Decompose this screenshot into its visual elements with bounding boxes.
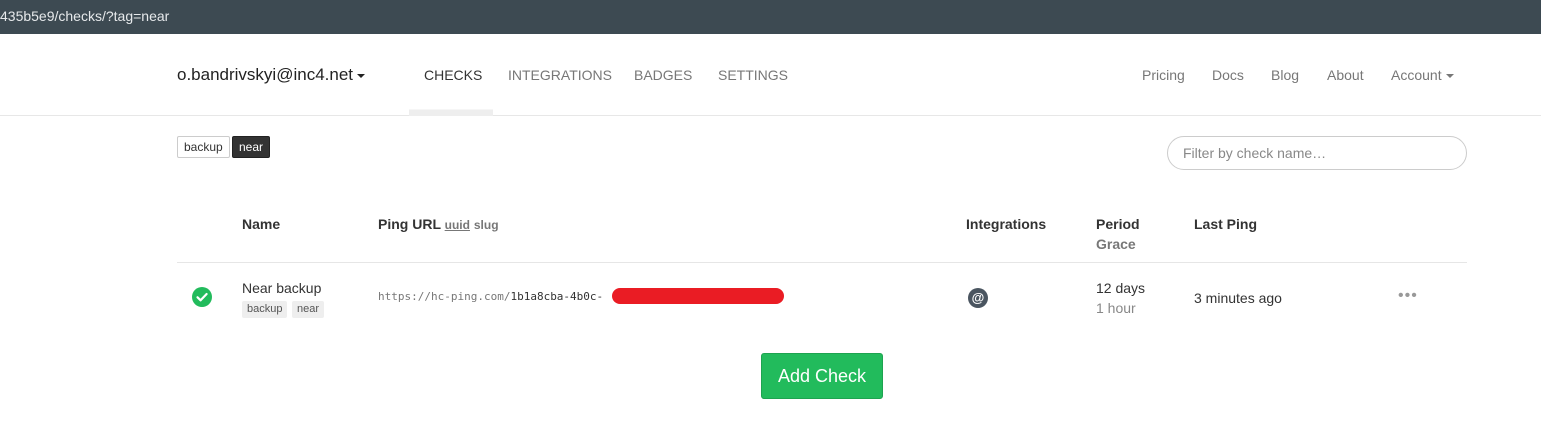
nav-checks[interactable]: CHECKS [424,67,482,83]
nav-blog[interactable]: Blog [1271,67,1299,83]
add-check-button[interactable]: Add Check [761,353,883,399]
column-header-grace: Grace [1096,236,1136,252]
ping-url[interactable]: https://hc-ping.com/1b1a8cba-4b0c- [378,290,603,303]
redaction-mark [612,288,784,304]
column-header-integrations: Integrations [966,216,1047,232]
account-dropdown[interactable]: o.bandrivskyi@inc4.net [177,65,366,85]
ping-url-base: https://hc-ping.com/ [378,290,511,303]
nav-pricing[interactable]: Pricing [1142,67,1185,83]
check-period[interactable]: 12 days [1096,280,1145,296]
nav-about[interactable]: About [1327,67,1364,83]
url-text[interactable]: 435b5e9/checks/?tag=near [0,8,169,24]
top-navbar: o.bandrivskyi@inc4.net CHECKS INTEGRATIO… [0,34,1541,116]
check-name[interactable]: Near backup [242,280,321,296]
ping-url-uuid: 1b1a8cba-4b0c- [510,290,604,303]
browser-url-bar[interactable]: 435b5e9/checks/?tag=near [0,0,1541,34]
check-tag-near: near [292,301,325,318]
nav-account-dropdown[interactable]: Account [1391,67,1454,83]
filter-search-input[interactable] [1167,136,1467,170]
nav-integrations[interactable]: INTEGRATIONS [508,67,612,83]
nav-account-label: Account [1391,67,1442,83]
nav-settings[interactable]: SETTINGS [718,67,788,83]
ping-url-header-label: Ping URL [378,216,441,232]
account-email: o.bandrivskyi@inc4.net [177,65,354,84]
nav-docs[interactable]: Docs [1212,67,1244,83]
check-grace[interactable]: 1 hour [1096,300,1136,316]
nav-badges[interactable]: BADGES [634,67,692,83]
row-menu-icon[interactable]: ••• [1398,287,1418,305]
caret-down-icon [1445,74,1454,79]
table-divider [177,262,1467,263]
column-header-ping-url: Ping URL uuid slug [378,216,499,232]
column-header-last-ping: Last Ping [1194,216,1258,232]
tag-filter-backup[interactable]: backup [177,136,230,158]
status-up-icon [192,287,212,307]
column-header-period: Period [1096,216,1140,232]
caret-down-icon [357,73,366,78]
slug-format-link[interactable]: slug [474,218,499,232]
tag-filter-near[interactable]: near [232,136,271,158]
column-header-name: Name [242,216,281,232]
check-tag-backup: backup [242,301,288,318]
check-last-ping[interactable]: 3 minutes ago [1194,290,1282,306]
uuid-format-link[interactable]: uuid [445,218,470,232]
email-integration-icon[interactable]: @ [968,288,988,308]
